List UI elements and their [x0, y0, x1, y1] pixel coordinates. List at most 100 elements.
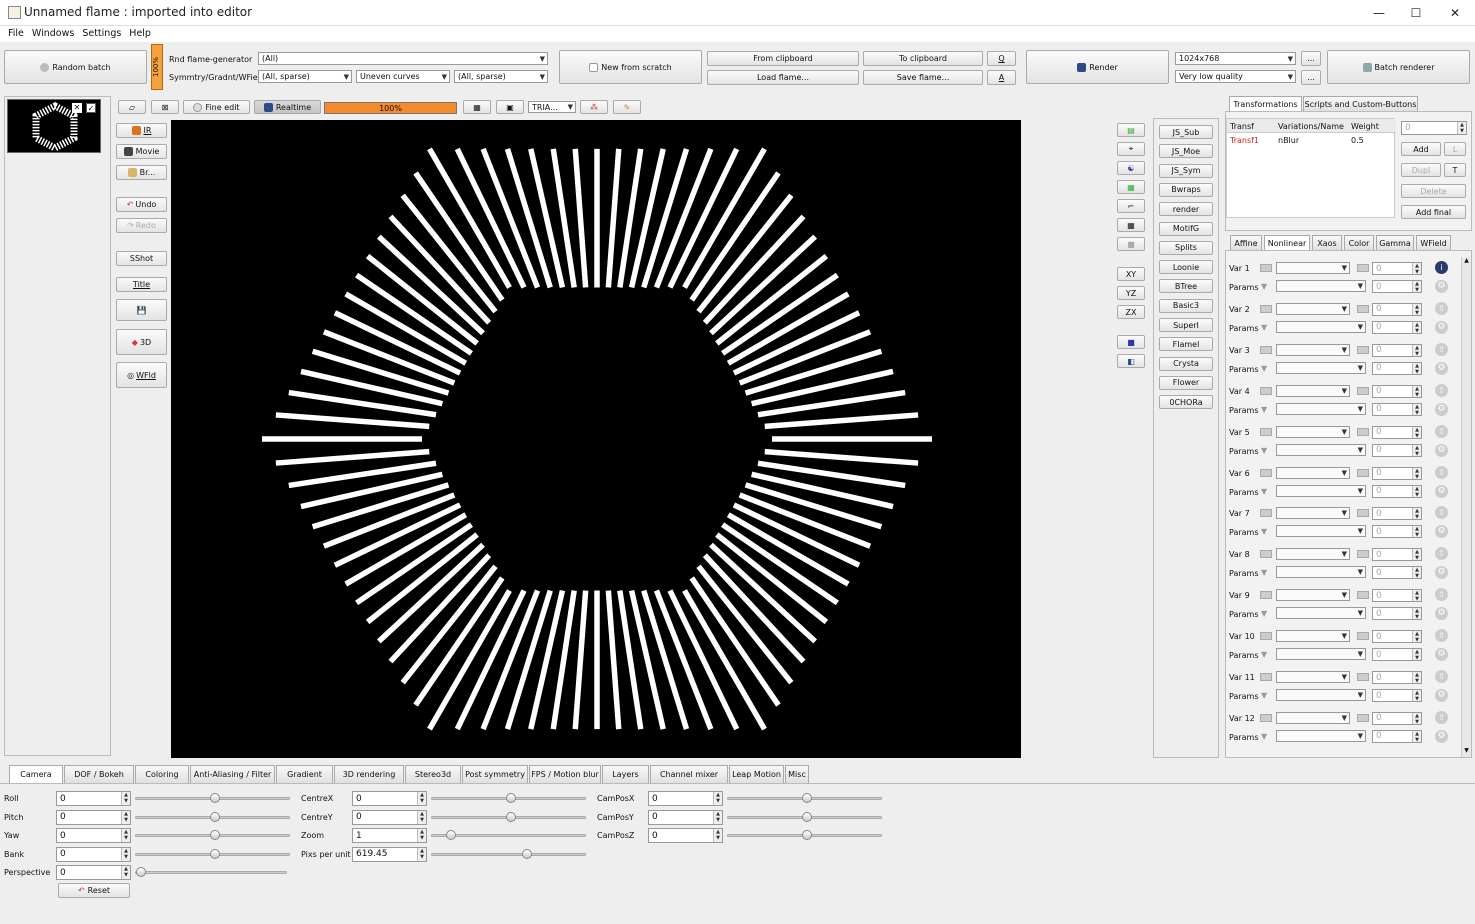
toggle-icon[interactable] — [1357, 550, 1369, 559]
toggle-icon[interactable] — [1260, 632, 1272, 641]
script-button[interactable]: JS_Sub — [1159, 125, 1213, 139]
slider-knob[interactable] — [522, 848, 532, 859]
bottom-tab-5[interactable]: 3D rendering — [334, 765, 404, 783]
camera-slider[interactable] — [135, 848, 290, 859]
axis-xy-button[interactable]: XY — [1117, 267, 1145, 281]
toggle-icon[interactable] — [1260, 550, 1272, 559]
select-mode-icon[interactable]: ⊠ — [151, 100, 179, 114]
preview-icon-1[interactable]: ▤ — [1117, 123, 1145, 137]
slider-knob[interactable] — [506, 793, 516, 803]
t-button[interactable]: T — [1444, 163, 1466, 177]
variation-amount[interactable]: 0 ▲ ▼ — [1372, 548, 1422, 562]
variation-select[interactable] — [1276, 384, 1350, 397]
up-arrow-icon[interactable]: ⇧ — [1435, 547, 1448, 561]
wfld-button[interactable]: ◎ WFld — [116, 362, 167, 388]
edit-mode-icon[interactable]: ▱ — [118, 100, 146, 114]
random-batch-button[interactable]: Random batch — [4, 50, 147, 84]
script-button[interactable]: JS_Sym — [1159, 163, 1213, 178]
variation-amount[interactable]: 0 ▲ ▼ — [1372, 466, 1422, 480]
to-clipboard-button[interactable]: To clipboard — [863, 51, 983, 66]
camera-input[interactable]: 0 ▲ ▼ — [56, 791, 131, 806]
expand-icon[interactable]: ▼ — [1261, 691, 1267, 700]
gear-icon[interactable]: ⚙ — [1435, 320, 1448, 334]
script-button[interactable]: MotifG — [1159, 221, 1213, 236]
variation-amount[interactable]: 0 ▲ ▼ — [1372, 507, 1422, 521]
camera-slider[interactable] — [431, 811, 586, 822]
bottom-tab-11[interactable]: Leap Motion — [729, 765, 784, 783]
three-d-button[interactable]: ◆ 3D — [116, 329, 167, 355]
preview-icon-9[interactable]: ◧ — [1117, 354, 1145, 368]
params-value[interactable]: 0 ▲ ▼ — [1372, 402, 1422, 416]
camera-input[interactable]: 0 ▲ ▼ — [648, 791, 723, 806]
snapshot-button[interactable]: SShot — [116, 251, 167, 266]
camera-slider[interactable] — [135, 830, 290, 840]
gear-icon[interactable]: ⚙ — [1435, 525, 1448, 539]
duplicate-button[interactable]: Dupl — [1401, 163, 1441, 177]
toggle-icon[interactable] — [1260, 386, 1272, 395]
slider-knob[interactable] — [802, 811, 812, 822]
toggle-icon[interactable] — [1260, 509, 1272, 518]
preview-icon-8[interactable]: ■ — [1117, 335, 1145, 349]
camera-input[interactable]: 0 ▲ ▼ — [56, 828, 131, 843]
up-arrow-icon[interactable]: ⇧ — [1435, 710, 1448, 724]
variation-select[interactable] — [1276, 671, 1350, 683]
params-value[interactable]: 0 ▲ ▼ — [1372, 484, 1422, 498]
camera-slider[interactable] — [727, 793, 882, 803]
camera-input[interactable]: 619.45 ▲ ▼ — [352, 846, 427, 862]
expand-icon[interactable]: ▼ — [1261, 446, 1267, 455]
toggle-icon[interactable] — [1357, 509, 1369, 518]
gear-icon[interactable]: ⚙ — [1435, 443, 1448, 457]
up-arrow-icon[interactable]: ⇧ — [1435, 383, 1448, 397]
a-button[interactable]: A — [987, 70, 1016, 85]
params-value[interactable]: 0 ▲ ▼ — [1372, 566, 1422, 580]
variation-amount[interactable]: 0 ▲ ▼ — [1372, 630, 1422, 644]
flame-preview-canvas[interactable] — [171, 120, 1021, 758]
gear-icon[interactable]: ⚙ — [1435, 648, 1448, 662]
toggle-icon[interactable] — [1357, 427, 1369, 436]
flame-thumbnail[interactable]: ✕ ✓ — [7, 99, 101, 153]
thumbnail-delete-icon[interactable]: ✕ — [72, 103, 82, 113]
toggle-icon[interactable] — [1260, 264, 1272, 272]
preview-icon-5[interactable]: ⌐ — [1117, 199, 1145, 213]
color-dots-icon[interactable]: ⁂ — [580, 100, 608, 114]
gear-icon[interactable]: ⚙ — [1435, 566, 1448, 580]
script-button[interactable]: Flamel — [1159, 337, 1213, 352]
variation-amount[interactable]: 0 ▲ ▼ — [1372, 302, 1422, 316]
reset-button[interactable]: ↶ Reset — [58, 883, 130, 898]
gear-icon[interactable]: ⚙ — [1435, 729, 1448, 743]
params-value[interactable]: 0 ▲ ▼ — [1372, 607, 1422, 621]
variations-scrollbar[interactable]: ▲ ▼ — [1461, 257, 1471, 757]
params-select[interactable] — [1276, 280, 1366, 292]
add-transform-button[interactable]: Add — [1401, 142, 1441, 156]
toggle-icon[interactable] — [1357, 345, 1369, 354]
preview-icon-3[interactable]: ☯ — [1117, 161, 1145, 175]
up-arrow-icon[interactable]: ⇧ — [1435, 424, 1448, 438]
script-button[interactable]: Crysta — [1159, 356, 1213, 371]
variation-amount[interactable]: 0 ▲ ▼ — [1372, 589, 1422, 603]
slider-knob[interactable] — [136, 867, 146, 877]
variation-select[interactable] — [1276, 302, 1350, 315]
wfield-select[interactable]: (All, sparse) — [454, 70, 548, 83]
variation-select[interactable] — [1276, 630, 1350, 643]
params-value[interactable]: 0 ▲ ▼ — [1372, 729, 1422, 743]
params-select[interactable] — [1276, 566, 1366, 579]
tab-color[interactable]: Color — [1344, 235, 1374, 250]
expand-icon[interactable]: ▼ — [1261, 364, 1267, 373]
toggle-icon[interactable] — [1357, 264, 1369, 272]
toggle-icon[interactable] — [1357, 673, 1369, 681]
params-value[interactable]: 0 ▲ ▼ — [1372, 443, 1422, 457]
variation-amount[interactable]: 0 ▲ ▼ — [1372, 384, 1422, 398]
up-arrow-icon[interactable]: ⇧ — [1435, 629, 1448, 643]
variation-amount[interactable]: 0 ▲ ▼ — [1372, 425, 1422, 439]
tab-xaos[interactable]: Xaos — [1312, 235, 1342, 250]
variation-select[interactable] — [1276, 507, 1350, 520]
params-value[interactable]: 0 ▲ ▼ — [1372, 525, 1422, 539]
up-arrow-icon[interactable]: ⇧ — [1435, 588, 1448, 602]
camera-input[interactable]: 0 ▲ ▼ — [648, 828, 723, 843]
toggle-icon[interactable] — [1357, 591, 1369, 600]
expand-icon[interactable]: ▼ — [1261, 282, 1267, 291]
menu-file[interactable]: File — [8, 26, 24, 42]
up-arrow-icon[interactable]: ⇧ — [1435, 301, 1448, 315]
variation-select[interactable] — [1276, 466, 1350, 479]
gear-icon[interactable]: ⚙ — [1435, 402, 1448, 416]
